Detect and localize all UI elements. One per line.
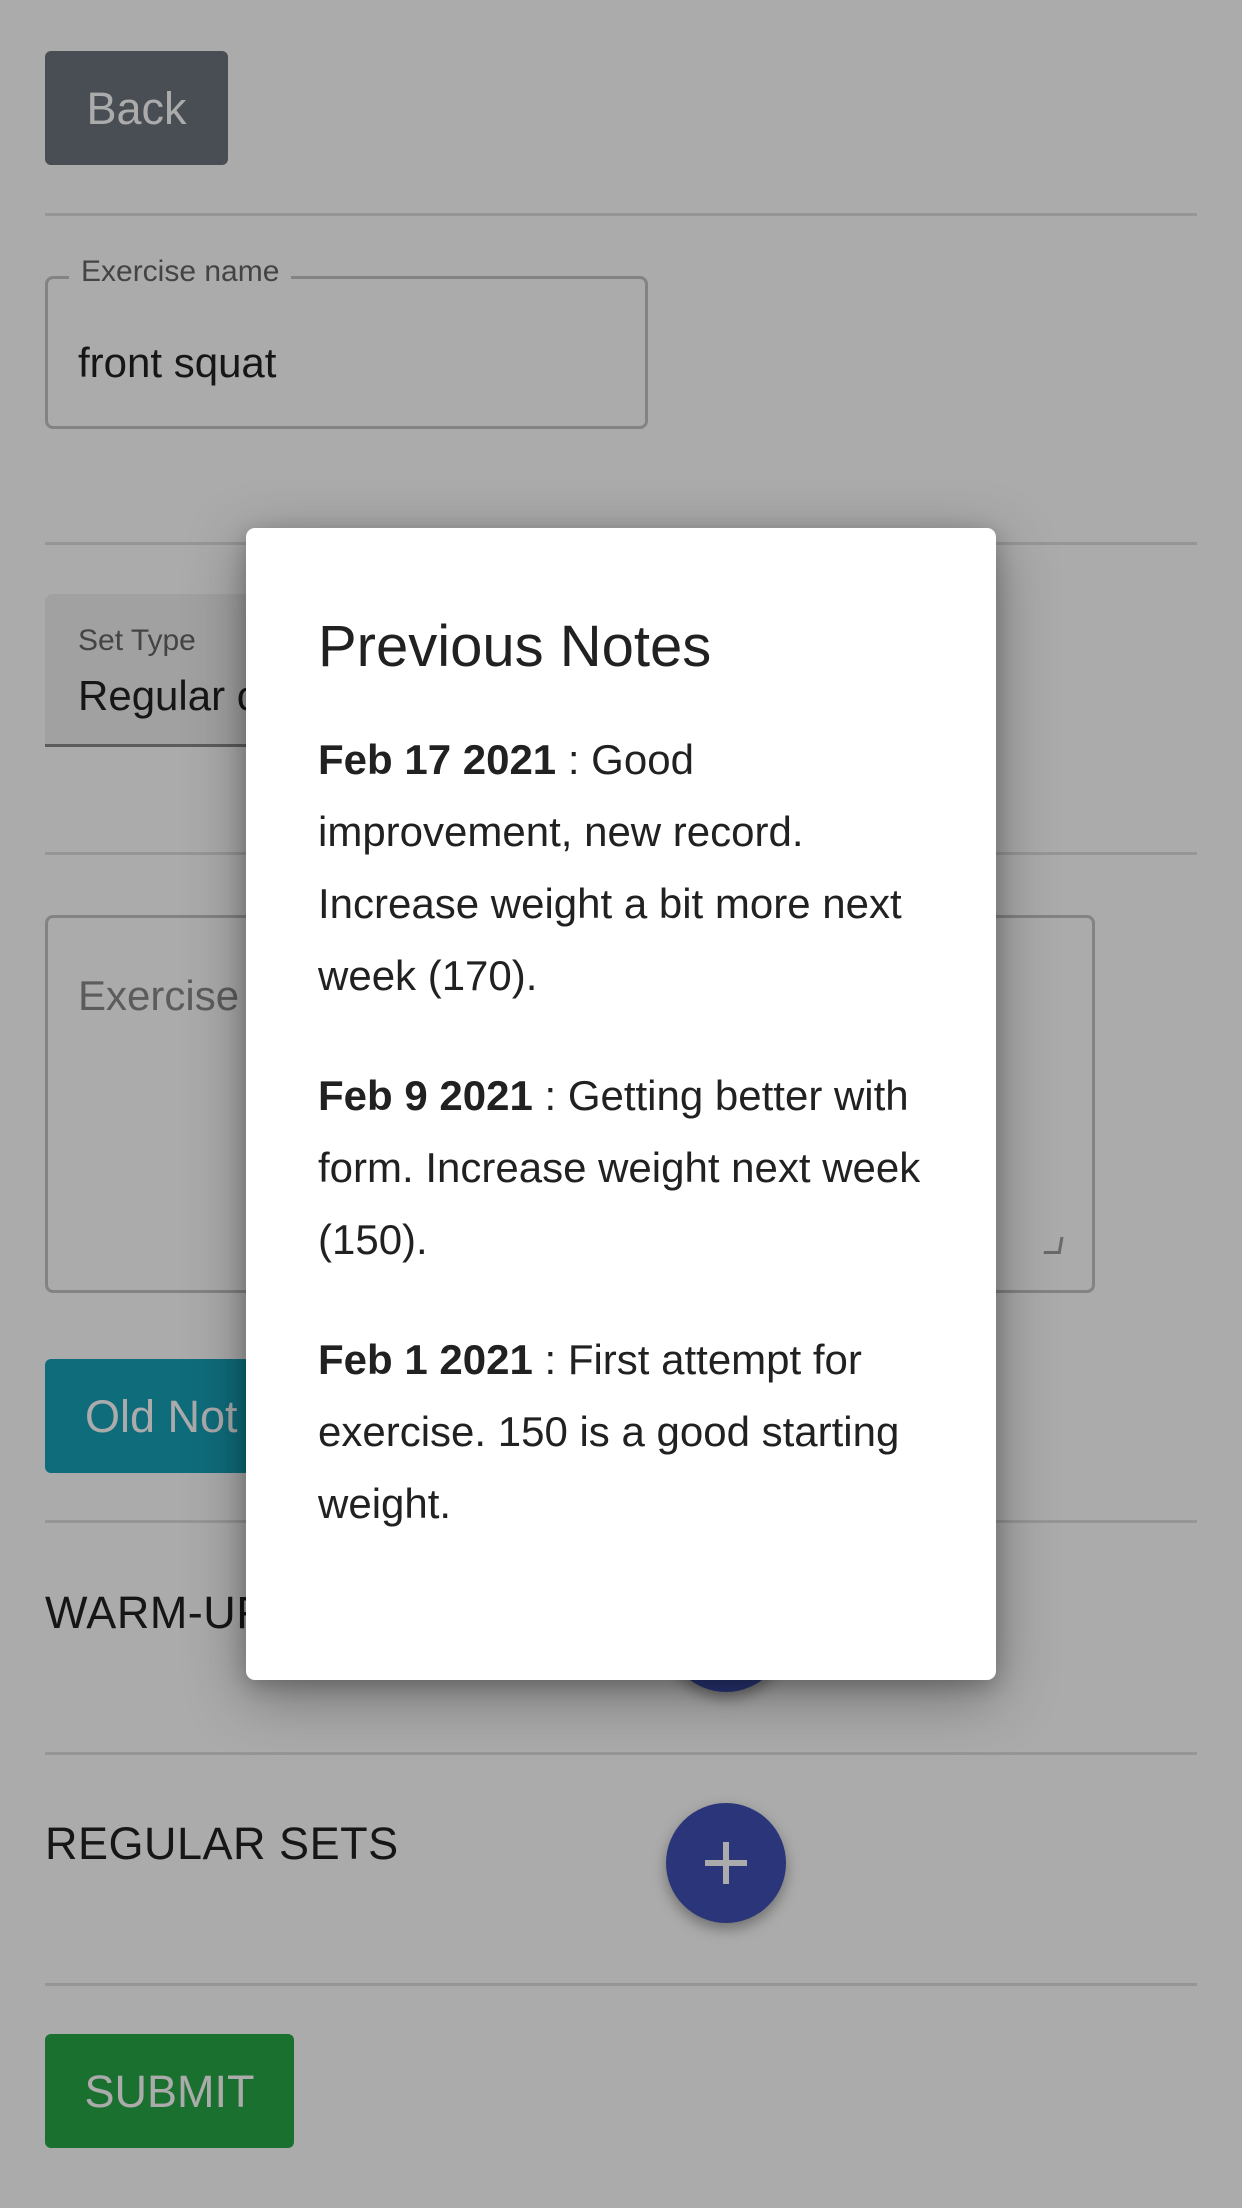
note-entry: Feb 9 2021 : Getting better with form. I… bbox=[318, 1060, 924, 1276]
note-date: Feb 17 2021 bbox=[318, 735, 557, 783]
note-entry: Feb 1 2021 : First attempt for exercise.… bbox=[318, 1324, 924, 1540]
note-date: Feb 1 2021 bbox=[318, 1335, 533, 1383]
previous-notes-dialog: Previous Notes Feb 17 2021 : Good improv… bbox=[246, 528, 996, 1680]
note-entry: Feb 17 2021 : Good improvement, new reco… bbox=[318, 724, 924, 1012]
dialog-title: Previous Notes bbox=[318, 614, 712, 679]
note-date: Feb 9 2021 bbox=[318, 1071, 533, 1119]
